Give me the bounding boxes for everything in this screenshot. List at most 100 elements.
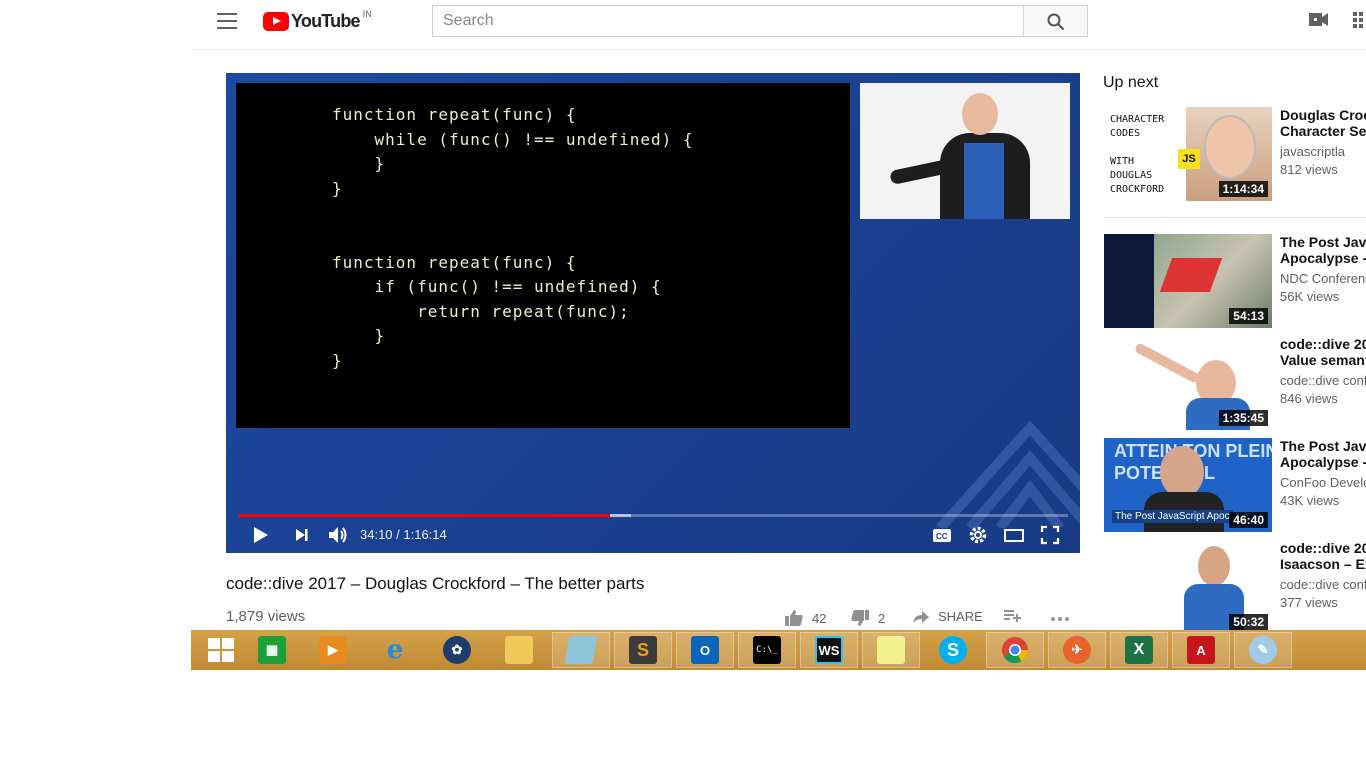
taskbar-outlook[interactable]: O [676,632,734,668]
excel-icon: X [1125,636,1153,664]
taskbar-notepad[interactable] [552,632,610,668]
video-views: 377 views [1280,595,1338,610]
video-duration: 54:13 [1229,308,1268,324]
video-thumbnail: 1:35:45 [1104,336,1272,430]
webstorm-icon: WS [815,636,843,664]
search-input[interactable]: Search [432,5,1024,37]
taskbar-media-player[interactable]: ▶ [304,632,362,668]
video-title: The Post Java Apocalypse - [1280,438,1366,470]
recommended-video[interactable]: ATTEIN TON PLEIN POTENTIEL The Post Java… [1104,438,1366,534]
slide-code-text: function repeat(func) { while (func() !=… [332,105,694,370]
play-button[interactable] [252,524,270,546]
time-display: 34:10 / 1:16:14 [360,527,447,542]
fullscreen-button[interactable] [1039,524,1061,546]
taskbar-app[interactable]: ✿ [428,632,486,668]
taskbar-webstorm[interactable]: WS [800,632,858,668]
gear-icon [969,526,987,544]
video-player[interactable]: function repeat(func) { while (func() !=… [226,73,1080,553]
captions-icon: CC [933,529,951,542]
video-thumbnail: CHARACTER CODES WITH DOUGLAS CROCKFORD J… [1104,107,1272,201]
up-next-heading: Up next [1103,74,1159,91]
thumbs-down-icon [851,610,869,626]
thumbnail-text: CHARACTER CODES WITH DOUGLAS CROCKFORD [1110,114,1165,195]
logo-text: YouTube [291,10,361,31]
view-count: 1,879 views [226,608,306,625]
command-prompt-icon: C:\_ [753,636,781,664]
playlist-add-icon [1004,610,1021,622]
video-views: 846 views [1280,391,1338,406]
theater-mode-button[interactable] [1003,524,1025,546]
thumbnail-caption: The Post JavaScript Apoc [1112,510,1233,523]
volume-button[interactable] [327,524,349,546]
skype-icon: S [939,636,967,664]
svg-text:CC: CC [936,532,948,541]
taskbar-sticky-notes[interactable] [862,632,920,668]
like-button[interactable]: 42 [784,609,826,627]
skip-next-icon [296,529,308,541]
video-duration: 50:32 [1229,614,1268,630]
taskbar-file-explorer[interactable] [490,632,548,668]
taskbar-excel[interactable]: X [1110,632,1168,668]
start-button[interactable] [192,632,250,668]
dislike-count: 2 [878,610,886,626]
channel-name: NDC Conferenc [1280,271,1366,286]
divider [1104,217,1366,218]
video-views: 812 views [1280,162,1338,177]
taskbar-chrome[interactable] [986,632,1044,668]
channel-name: javascriptla [1280,144,1346,159]
rocket-tool-icon: ✈ [1063,636,1091,664]
video-duration: 46:40 [1229,512,1268,528]
youtube-logo[interactable]: YouTube IN [263,9,372,32]
slide-code-panel: function repeat(func) { while (func() !=… [236,83,850,428]
video-duration: 1:14:34 [1218,181,1268,197]
video-views: 56K views [1280,289,1340,304]
theater-mode-icon [1004,529,1024,542]
media-player-icon: ▶ [319,636,347,664]
apps-grid-icon[interactable] [1353,12,1365,33]
add-to-playlist-button[interactable] [1004,609,1022,623]
taskbar-paint[interactable]: ✎ [1234,632,1292,668]
like-count: 42 [812,610,827,626]
video-views: 43K views [1280,493,1340,508]
recommended-video[interactable]: CHARACTER CODES WITH DOUGLAS CROCKFORD J… [1104,107,1366,203]
recommended-video[interactable]: 50:32 code::dive 201 Isaacson – Ex code:… [1104,540,1366,636]
taskbar-skype[interactable]: S [924,632,982,668]
conference-logo-graphic [936,420,1080,528]
internet-explorer-icon: e [386,635,404,665]
share-button[interactable]: SHARE [912,609,983,624]
windows-logo-icon [208,638,234,662]
taskbar-tool[interactable]: ✈ [1048,632,1106,668]
video-thumbnail: 54:13 [1104,234,1272,328]
create-video-icon[interactable] [1309,12,1329,33]
search-button[interactable] [1023,5,1088,37]
notepad-icon [564,636,598,664]
sublime-text-icon: S [629,636,657,664]
folder-icon [505,636,533,664]
menu-icon[interactable] [217,13,237,29]
taskbar-command-prompt[interactable]: C:\_ [738,632,796,668]
region-label: IN [362,9,372,19]
outlook-icon: O [691,636,719,664]
channel-name: ConFoo Develo [1280,475,1366,490]
captions-button[interactable]: CC [931,524,953,546]
taskbar-internet-explorer[interactable]: e [366,632,424,668]
recommended-video[interactable]: 1:35:45 code::dive 201 Value semant code… [1104,336,1366,432]
more-actions-button[interactable] [1050,609,1070,623]
video-thumbnail: ATTEIN TON PLEIN POTENTIEL The Post Java… [1104,438,1272,532]
taskbar-store[interactable]: ▦ [243,632,301,668]
more-horiz-icon [1051,617,1069,621]
share-icon [913,610,929,623]
recommended-video[interactable]: 54:13 The Post Java Apocalypse - I NDC C… [1104,234,1366,330]
settings-button[interactable] [967,524,989,546]
dislike-button[interactable]: 2 [850,609,885,627]
play-icon [254,527,268,543]
search-icon [1047,13,1065,31]
thumbs-up-icon [785,610,803,626]
tree-app-icon: ✿ [443,636,471,664]
taskbar-sublime-text[interactable]: S [614,632,672,668]
chrome-icon [1002,637,1029,664]
next-button[interactable] [294,524,310,546]
taskbar-acrobat[interactable]: A [1172,632,1230,668]
speaker-video-inset [860,83,1070,219]
channel-name: code::dive conf [1280,373,1366,388]
